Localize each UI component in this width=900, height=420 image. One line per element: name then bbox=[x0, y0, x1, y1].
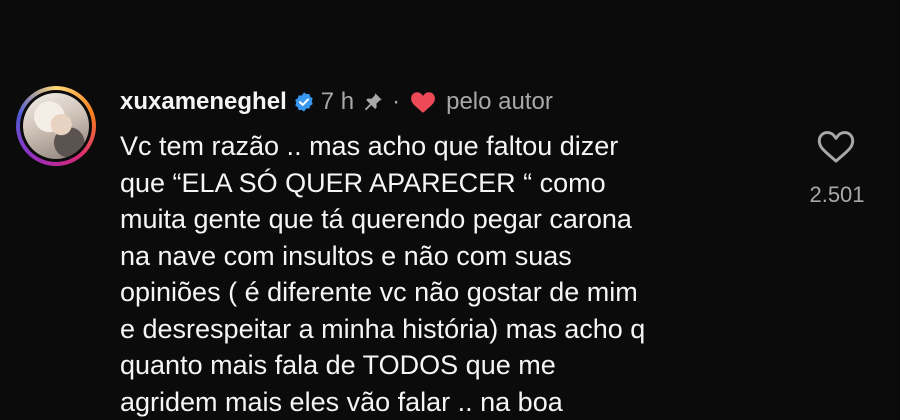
avatar-frame bbox=[20, 90, 92, 162]
comment: xuxameneghel 7 h · pelo autor Vc tem raz… bbox=[0, 0, 900, 417]
liked-by-author-label: pelo autor bbox=[446, 88, 553, 115]
comment-text: Vc tem razão .. mas acho que faltou dize… bbox=[120, 131, 646, 417]
avatar-story-ring[interactable] bbox=[16, 86, 96, 166]
username[interactable]: xuxameneghel bbox=[120, 88, 287, 116]
comment-header: xuxameneghel 7 h · pelo autor bbox=[120, 86, 553, 118]
avatar bbox=[23, 93, 89, 159]
verified-badge-icon bbox=[295, 92, 313, 112]
heart-outline-icon[interactable] bbox=[816, 128, 856, 164]
like-count: 2.501 bbox=[809, 182, 865, 207]
heart-filled-icon bbox=[411, 92, 436, 113]
pin-icon bbox=[364, 93, 382, 111]
separator-dot: · bbox=[392, 88, 401, 115]
comment-time: 7 h bbox=[320, 88, 355, 115]
